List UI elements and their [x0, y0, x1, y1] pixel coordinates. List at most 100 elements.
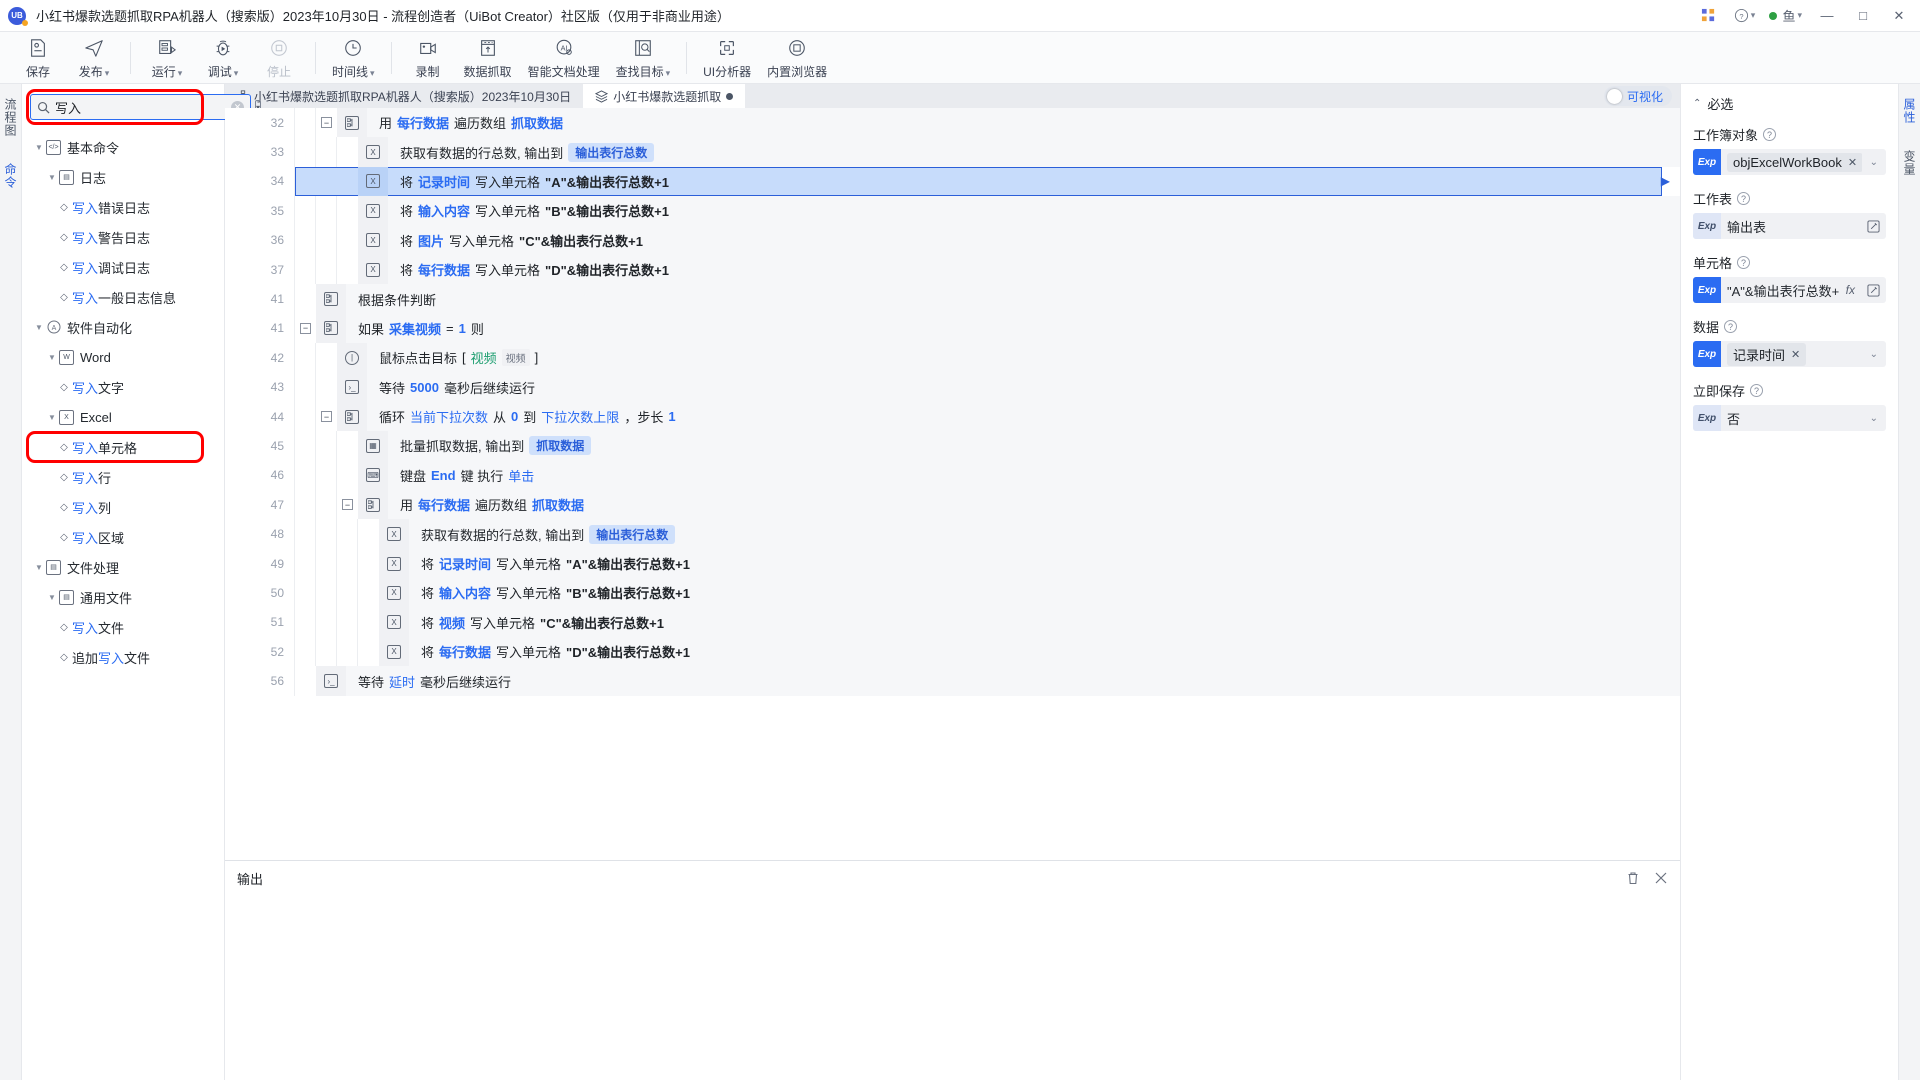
toolbar-browser-button[interactable]: 内置浏览器: [759, 34, 835, 82]
exp-badge[interactable]: Exp: [1693, 405, 1721, 431]
tree-command-写入列[interactable]: ◇ 写入列: [22, 492, 224, 522]
help-button[interactable]: ? ▾: [1727, 0, 1761, 32]
help-icon[interactable]: ?: [1763, 128, 1777, 141]
minimize-button[interactable]: —: [1810, 0, 1844, 32]
flow-step-row[interactable]: 44 − 循环 当前下拉次数从 0 到下拉次数上限 ，步长 1: [225, 401, 1680, 432]
editor-tab-main[interactable]: 小红书爆款选题抓取RPA机器人（搜索版）2023年10月30日: [225, 84, 583, 108]
toolbar-ui-analyzer-button[interactable]: UI分析器: [695, 34, 759, 82]
chevron-down-icon[interactable]: ▼: [32, 563, 46, 572]
flow-step-row[interactable]: 46 ⌨ 键盘 End 键 执行 单击: [225, 460, 1680, 491]
toolbar-publish-button[interactable]: 发布 ▾: [66, 34, 122, 82]
value-token[interactable]: objExcelWorkBook ✕: [1727, 152, 1862, 172]
toolbar-data-scrape-button[interactable]: 数据抓取: [456, 34, 520, 82]
help-icon[interactable]: ?: [1724, 320, 1738, 333]
chevron-down-icon[interactable]: ▼: [45, 593, 59, 602]
maximize-button[interactable]: □: [1846, 0, 1880, 32]
remove-token-icon[interactable]: ✕: [1791, 348, 1800, 361]
toolbar-timeline-button[interactable]: 时间线 ▾: [324, 34, 383, 82]
chevron-down-icon[interactable]: ⌄: [1862, 413, 1886, 424]
toolbar-run-button[interactable]: 运行 ▾: [139, 34, 195, 82]
collapse-toggle[interactable]: −: [316, 402, 337, 431]
edit-icon[interactable]: [1861, 283, 1886, 297]
property-value[interactable]: objExcelWorkBook ✕: [1721, 152, 1862, 172]
collapse-toggle[interactable]: −: [337, 490, 358, 519]
flow-step-row[interactable]: 48 X 获取有数据的行总数, 输出到 输出表行总数: [225, 519, 1680, 549]
toolbar-find-target-button[interactable]: 查找目标 ▾: [608, 34, 679, 82]
chevron-down-icon[interactable]: ▼: [45, 173, 59, 182]
vtab-properties[interactable]: 属性: [1901, 98, 1918, 124]
flow-step-row[interactable]: 41 根据条件判断: [225, 284, 1680, 314]
tree-command-写入行[interactable]: ◇ 写入行: [22, 462, 224, 492]
tree-command-写入警告日志[interactable]: ◇ 写入警告日志: [22, 222, 224, 252]
flow-step-row[interactable]: 47 − 用每行数据 遍历数组 抓取数据: [225, 490, 1680, 520]
exp-badge[interactable]: Exp: [1693, 277, 1721, 303]
flow-step-row[interactable]: 37 X 将每行数据 写入单元格 "D"&输出表行总数+1: [225, 254, 1680, 285]
visual-mode-toggle[interactable]: 可视化: [1603, 86, 1672, 106]
collapse-toggle[interactable]: −: [295, 314, 316, 343]
help-icon[interactable]: ?: [1750, 384, 1764, 397]
vtab-flowchart[interactable]: 流程图: [2, 98, 19, 137]
property-field-工作表[interactable]: Exp 输出表: [1693, 213, 1886, 239]
toolbar-record-button[interactable]: 录制: [400, 34, 456, 82]
flow-step-row[interactable]: 45 ▦ 批量抓取数据, 输出到 抓取数据: [225, 431, 1680, 461]
grid-icon[interactable]: [1691, 0, 1725, 32]
toolbar-save-button[interactable]: 保存: [10, 34, 66, 82]
collapse-toggle[interactable]: −: [316, 108, 337, 137]
help-icon[interactable]: ?: [1737, 256, 1751, 269]
property-field-数据[interactable]: Exp 记录时间 ✕ ⌄: [1693, 341, 1886, 367]
tree-command-写入单元格[interactable]: ◇ 写入单元格: [22, 431, 224, 463]
tree-command-写入调试日志[interactable]: ◇ 写入调试日志: [22, 252, 224, 282]
help-icon[interactable]: ?: [1737, 192, 1751, 205]
exp-badge[interactable]: Exp: [1693, 213, 1721, 239]
flow-step-row[interactable]: 42 | 鼠标点击目标[视频 视频]: [225, 343, 1680, 373]
remove-token-icon[interactable]: ✕: [1848, 156, 1857, 169]
toolbar-debug-button[interactable]: 调试 ▾: [195, 34, 251, 82]
tree-command-写入文字[interactable]: ◇ 写入文字: [22, 372, 224, 402]
search-input[interactable]: [55, 99, 231, 115]
flow-step-row[interactable]: 49 X 将记录时间 写入单元格 "A"&输出表行总数+1: [225, 548, 1680, 579]
tree-command-写入错误日志[interactable]: ◇ 写入错误日志: [22, 192, 224, 222]
edit-icon[interactable]: [1861, 219, 1886, 233]
tree-group-通用文件[interactable]: ▼ ▤ 通用文件: [22, 582, 224, 612]
close-button[interactable]: ✕: [1882, 0, 1916, 32]
tree-group-Excel[interactable]: ▼ X Excel: [22, 402, 224, 432]
property-field-工作簿对象[interactable]: Exp objExcelWorkBook ✕ ⌄: [1693, 149, 1886, 175]
flow-step-row[interactable]: 36 X 将图片 写入单元格 "C"&输出表行总数+1: [225, 225, 1680, 255]
properties-section-header[interactable]: ⌃ 必选: [1693, 94, 1886, 113]
chevron-down-icon[interactable]: ▼: [32, 323, 46, 332]
chevron-down-icon[interactable]: ▼: [45, 353, 59, 362]
tree-group-日志[interactable]: ▼ ▤ 日志: [22, 162, 224, 192]
flow-step-row[interactable]: 41− 如果 采集视频 = 1 则: [225, 313, 1680, 344]
tree-group-基本命令[interactable]: ▼ </> 基本命令: [22, 132, 224, 162]
chevron-down-icon[interactable]: ▼: [45, 413, 59, 422]
property-value[interactable]: 输出表: [1721, 217, 1861, 236]
user-account-button[interactable]: 鱼 ▾: [1763, 0, 1808, 32]
flow-step-row[interactable]: 52 X 将每行数据 写入单元格 "D"&输出表行总数+1: [225, 637, 1680, 667]
vtab-commands[interactable]: 命令: [2, 163, 19, 189]
chevron-down-icon[interactable]: ⌄: [1862, 349, 1886, 360]
tree-group-软件自动化[interactable]: ▼ A 软件自动化: [22, 312, 224, 342]
toolbar-ai-doc-button[interactable]: AI 智能文档处理: [520, 34, 608, 82]
flow-step-row[interactable]: 51 X 将视频 写入单元格 "C"&输出表行总数+1: [225, 607, 1680, 638]
vtab-variables[interactable]: 变量: [1901, 150, 1918, 176]
run-from-here-icon[interactable]: ▶: [1661, 174, 1670, 188]
value-token[interactable]: 记录时间 ✕: [1727, 342, 1807, 366]
chevron-down-icon[interactable]: ▼: [32, 143, 46, 152]
flow-step-row[interactable]: 32 − 用每行数据 遍历数组 抓取数据: [225, 108, 1680, 138]
flow-step-row[interactable]: 35 X 将输入内容 写入单元格 "B"&输出表行总数+1: [225, 196, 1680, 226]
exp-badge[interactable]: Exp: [1693, 149, 1721, 175]
property-field-立即保存[interactable]: Exp 否 ⌄: [1693, 405, 1886, 431]
exp-badge[interactable]: Exp: [1693, 341, 1721, 367]
editor-tab-active[interactable]: 小红书爆款选题抓取: [583, 84, 746, 108]
tree-command-写入一般日志信息[interactable]: ◇ 写入一般日志信息: [22, 282, 224, 312]
flow-step-row[interactable]: 56 ›_ 等待 延时 毫秒后继续运行: [225, 666, 1680, 696]
property-value[interactable]: 否: [1721, 409, 1862, 428]
flow-step-row[interactable]: 43 ›_ 等待 5000 毫秒后继续运行: [225, 372, 1680, 402]
property-field-单元格[interactable]: Exp "A"&输出表行总数+1 fx: [1693, 277, 1886, 303]
flow-step-row[interactable]: 34 X 将记录时间 写入单元格 "A"&输出表行总数+1 ▶: [225, 166, 1680, 197]
tree-command-追加写入文件[interactable]: ◇ 追加写入文件: [22, 642, 224, 672]
formula-icon[interactable]: fx: [1840, 283, 1861, 297]
chevron-down-icon[interactable]: ⌄: [1862, 157, 1886, 168]
flow-step-row[interactable]: 50 X 将输入内容 写入单元格 "B"&输出表行总数+1: [225, 578, 1680, 608]
tree-group-文件处理[interactable]: ▼ ▤ 文件处理: [22, 552, 224, 582]
